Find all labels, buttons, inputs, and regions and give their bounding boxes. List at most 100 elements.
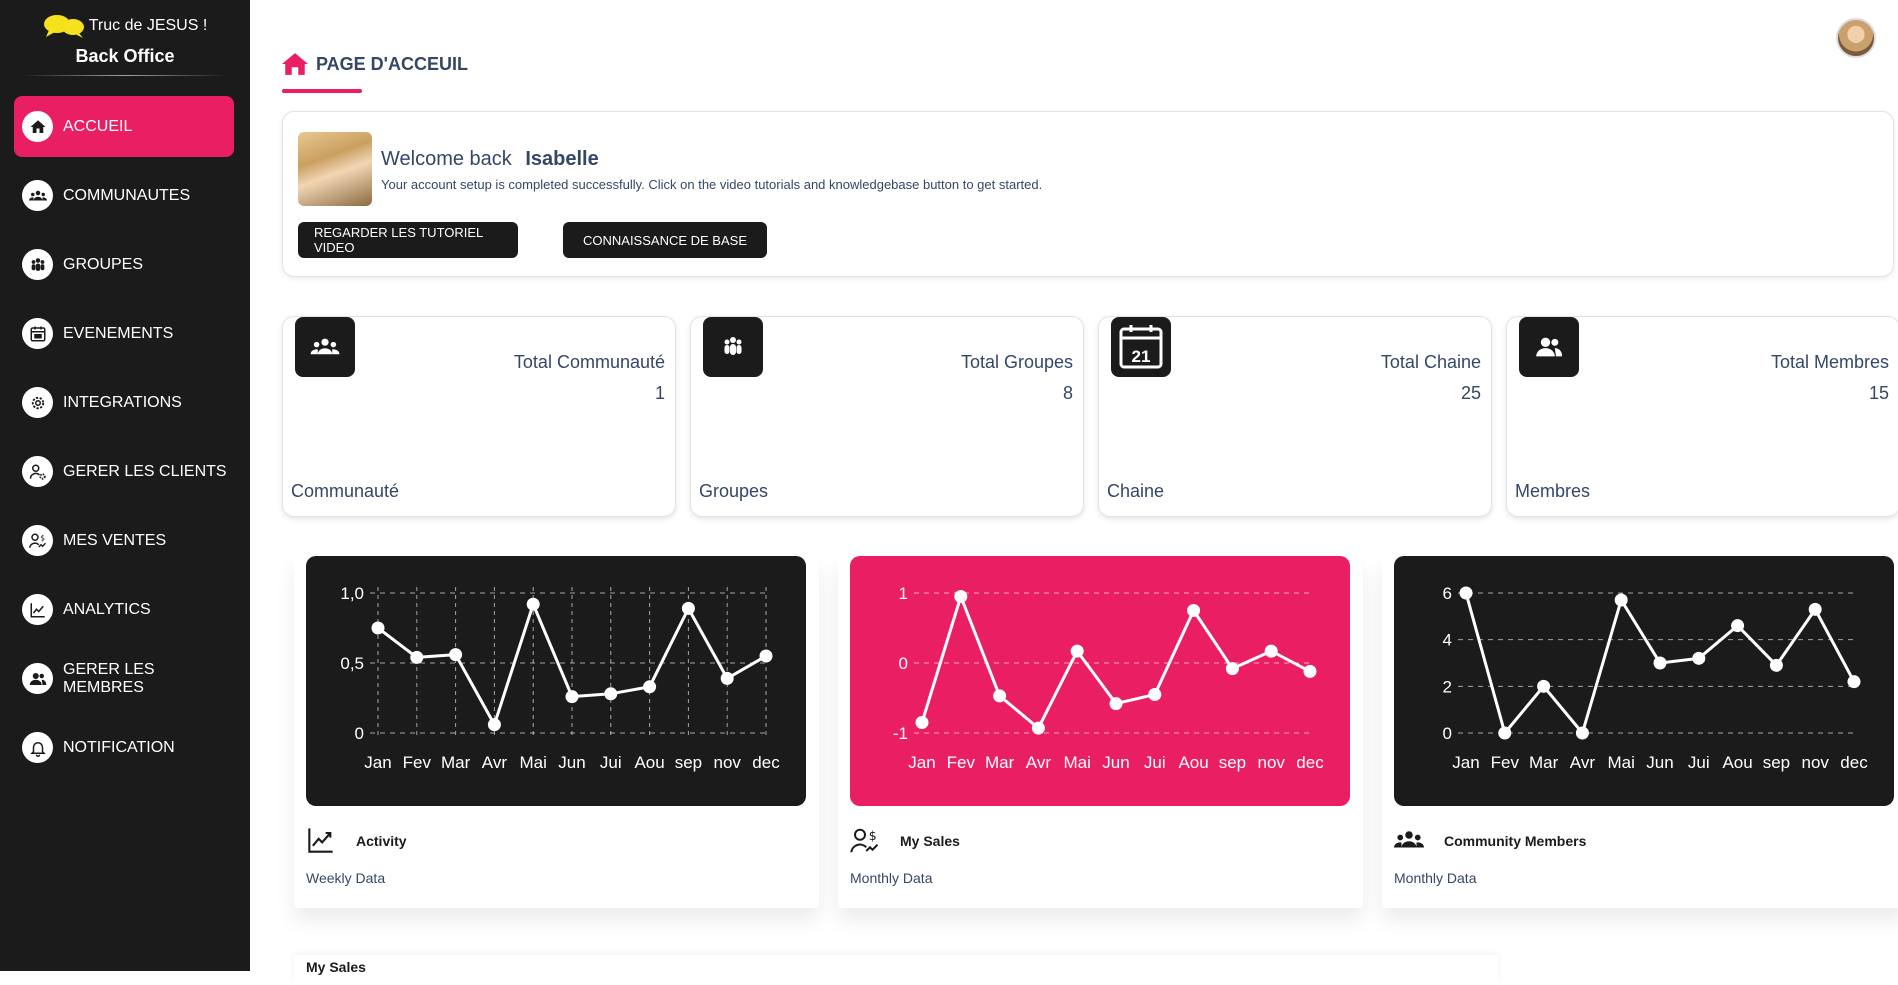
stat-card-membres: Total Membres 15 Membres (1506, 316, 1898, 517)
data-point (1264, 644, 1278, 658)
y-tick-label: -1 (893, 724, 908, 743)
page-header: PAGE D'ACCEUIL (282, 52, 468, 76)
data-point (720, 671, 734, 685)
y-tick-label: 6 (1443, 584, 1452, 603)
x-tick-label: dec (1296, 753, 1324, 772)
x-tick-label: sep (675, 753, 702, 772)
sidebar-item-evenements[interactable]: EVENEMENTS (14, 303, 234, 364)
sidebar-item-notification[interactable]: NOTIFICATION (14, 717, 234, 778)
sales-icon: $ (22, 525, 53, 556)
x-tick-label: Avr (1570, 753, 1596, 772)
card-title: My Sales (306, 959, 366, 975)
sales-chart: -1 0 1 Jan Fev Mar Avr Mai Jun Jui Aou sep nov dec (850, 556, 1350, 806)
x-tick-label: nov (1801, 753, 1829, 772)
data-point (1653, 656, 1667, 670)
stat-card-communaute: Total Communauté 1 Communauté (282, 316, 676, 517)
brand-title: Back Office (75, 46, 175, 66)
page-title-underline (282, 89, 362, 93)
sidebar-item-communautes[interactable]: COMMUNAUTES (14, 165, 234, 226)
sidebar-item-analytics[interactable]: ANALYTICS (14, 579, 234, 640)
x-tick-label: Jui (1144, 753, 1166, 772)
sidebar-item-gerer-clients[interactable]: GERER LES CLIENTS (14, 441, 234, 502)
sidebar-item-label: EVENEMENTS (63, 324, 174, 342)
sidebar-item-gerer-membres[interactable]: GERER LES MEMBRES (14, 648, 234, 709)
data-point (1031, 721, 1045, 735)
data-point (565, 690, 579, 704)
divider (22, 75, 228, 76)
brand-name: Truc de JESUS ! (88, 17, 208, 34)
x-tick-label: Aou (1178, 753, 1208, 772)
data-point (1808, 602, 1822, 616)
sales-icon: $ (850, 826, 880, 861)
sidebar-item-label: GROUPES (63, 255, 144, 273)
stat-value: 1 (654, 383, 665, 403)
stat-card-chaine: 21 Total Chaine 25 Chaine (1098, 316, 1492, 517)
brand: Truc de JESUS ! Back Office (0, 14, 250, 67)
sidebar-item-mes-ventes[interactable]: $ MES VENTES (14, 510, 234, 571)
data-point (759, 649, 773, 663)
sidebar-item-label: MES VENTES (63, 531, 167, 549)
stat-value: 25 (1460, 383, 1481, 403)
y-tick-label: 1 (899, 584, 908, 603)
data-point (1225, 662, 1239, 676)
data-point (993, 689, 1007, 703)
data-point (1692, 651, 1706, 665)
data-point (1109, 697, 1123, 711)
community-chart: 0 2 4 6 Jan Fev Mar Avr Mai Jun Jui Aou sep nov dec (1394, 556, 1894, 806)
data-point (915, 716, 929, 729)
stat-value: 15 (1868, 383, 1889, 403)
data-point (954, 590, 968, 603)
activity-line-chart: 0 0,5 1,0 Jan Fev Mar Avr Mai Jun Jui Aou sep nov dec (340, 584, 780, 772)
stat-label: Total Groupes (960, 352, 1073, 372)
x-tick-label: Avr (1026, 753, 1052, 772)
x-tick-label: Mar (985, 753, 1015, 772)
stat-footer: Communauté (291, 481, 400, 501)
stat-footer: Groupes (699, 481, 769, 501)
community-icon (22, 180, 53, 211)
sidebar-item-label: GERER LES CLIENTS (63, 462, 227, 480)
x-tick-label: Jan (1452, 753, 1479, 772)
stat-label: Total Communauté (513, 352, 665, 372)
page-title: PAGE D'ACCEUIL (316, 53, 468, 74)
community-icon (295, 317, 355, 377)
data-point (1148, 688, 1162, 701)
sidebar-item-integrations[interactable]: INTEGRATIONS (14, 372, 234, 433)
x-tick-label: Aou (634, 753, 664, 772)
sidebar-item-label: INTEGRATIONS (63, 393, 182, 411)
sidebar-item-accueil[interactable]: ACCUEIL (14, 96, 234, 157)
x-tick-label: sep (1763, 753, 1790, 772)
sidebar: Truc de JESUS ! Back Office ACCUEIL COMM… (0, 0, 250, 971)
stat-card-groupes: Total Groupes 8 Groupes (690, 316, 1084, 517)
tutorial-video-button[interactable]: REGARDER LES TUTORIEL VIDEO (298, 222, 518, 258)
data-point (643, 680, 657, 694)
sales-table-card: My Sales (294, 955, 1498, 985)
y-tick-label: 0 (1443, 724, 1452, 743)
welcome-card: Welcome back Isabelle Your account setup… (282, 111, 1894, 277)
svg-text:$: $ (40, 533, 45, 542)
data-point (410, 650, 424, 664)
user-settings-icon (22, 456, 53, 487)
x-tick-label: sep (1219, 753, 1246, 772)
x-tick-label: nov (713, 753, 741, 772)
user-avatar[interactable] (1836, 18, 1876, 58)
x-tick-label: Jun (1102, 753, 1129, 772)
x-tick-label: Mai (1063, 753, 1090, 772)
x-tick-label: Mar (1529, 753, 1559, 772)
y-tick-label: 1,0 (340, 584, 364, 603)
home-icon (22, 111, 53, 142)
sidebar-item-groupes[interactable]: GROUPES (14, 234, 234, 295)
sidebar-item-label: NOTIFICATION (63, 738, 175, 756)
data-point (487, 718, 501, 732)
calendar-day: 21 (1132, 347, 1151, 366)
stat-footer: Chaine (1107, 481, 1165, 501)
y-tick-label: 4 (1443, 631, 1452, 650)
knowledge-base-button[interactable]: CONNAISSANCE DE BASE (563, 222, 767, 258)
chart-title: Community Members (1444, 833, 1587, 849)
welcome-username: Isabelle (525, 148, 599, 170)
home-icon (282, 53, 308, 75)
community-line-chart: 0 2 4 6 Jan Fev Mar Avr Mai Jun Jui Aou sep nov dec (1443, 584, 1869, 772)
data-point (1731, 619, 1745, 633)
x-tick-label: Fev (947, 753, 976, 772)
svg-text:$: $ (869, 828, 877, 843)
sales-line-chart: -1 0 1 Jan Fev Mar Avr Mai Jun Jui Aou sep nov dec (893, 584, 1324, 772)
